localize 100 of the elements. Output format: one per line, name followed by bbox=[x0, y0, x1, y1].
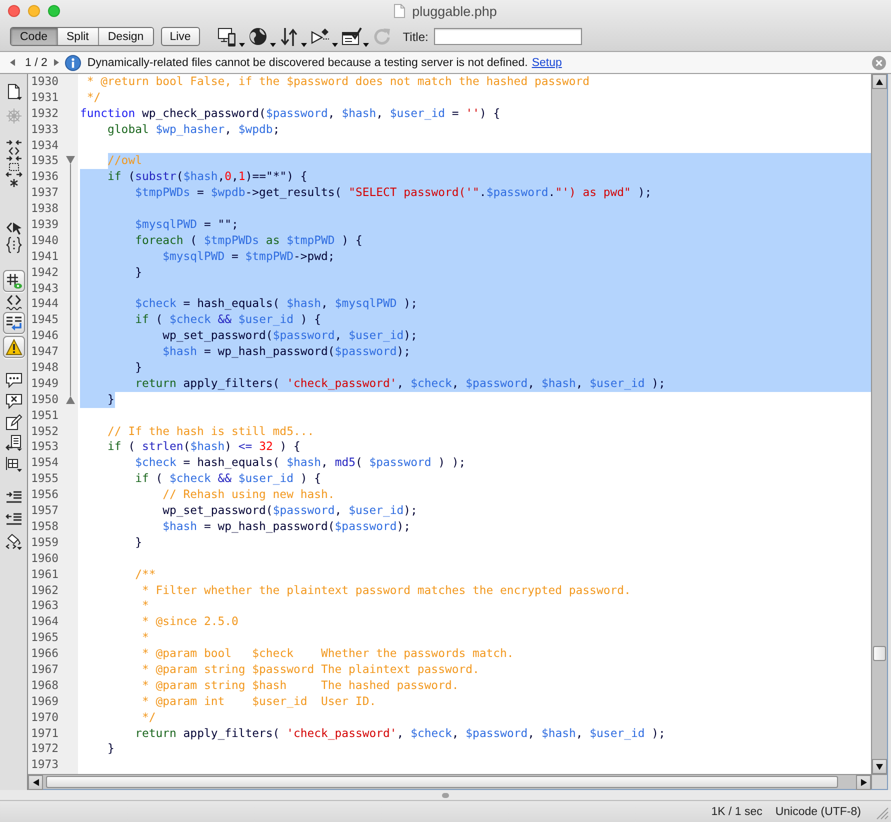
fold-icon[interactable] bbox=[66, 396, 74, 404]
splitter-handle[interactable] bbox=[442, 792, 449, 798]
line-number: 1967 bbox=[31, 662, 59, 678]
code-line: return apply_filters( 'check_password', $check, $password, $hash, $user_id ); bbox=[135, 726, 666, 742]
arrows-tag-button[interactable] bbox=[6, 139, 22, 155]
code-line: $mysqlPWD = ""; bbox=[135, 217, 238, 233]
line-number: 1947 bbox=[31, 344, 59, 360]
line-number: 1954 bbox=[31, 455, 59, 472]
remove-comment-button[interactable] bbox=[6, 393, 22, 409]
line-number: 1951 bbox=[31, 408, 59, 424]
line-number: 1964 bbox=[31, 614, 59, 630]
close-window-button[interactable] bbox=[8, 5, 20, 17]
arrows-dashed-box-button[interactable] bbox=[6, 155, 22, 171]
document-icon bbox=[6, 84, 22, 100]
page-counter: 1 / 2 bbox=[25, 56, 48, 68]
globe-button[interactable] bbox=[248, 26, 276, 46]
status-text: 1K / 1 sec bbox=[711, 806, 762, 818]
scroll-up-button[interactable] bbox=[872, 74, 887, 89]
code-line: * bbox=[142, 630, 149, 646]
code-line: * @param string $hash The hashed password. bbox=[142, 678, 459, 694]
previous-icon[interactable] bbox=[10, 59, 15, 66]
title-label: Title: bbox=[402, 30, 428, 44]
line-number: 1934 bbox=[31, 138, 59, 154]
view-tab[interactable]: Code bbox=[11, 28, 56, 45]
code-line: if (substr($hash,0,1)=="*") { bbox=[108, 169, 308, 186]
view-tab[interactable]: Design bbox=[98, 28, 153, 45]
code-line: */ bbox=[142, 710, 156, 726]
scroll-thumb[interactable] bbox=[46, 776, 838, 788]
pencil-icon bbox=[6, 414, 22, 430]
next-icon[interactable] bbox=[54, 59, 60, 66]
triangle-diamond-button[interactable] bbox=[310, 26, 338, 46]
code-line: } bbox=[135, 534, 142, 551]
devices-icon bbox=[218, 26, 238, 46]
grid-button[interactable] bbox=[6, 456, 22, 472]
scroll-right-button[interactable] bbox=[856, 774, 871, 790]
line-number: 1968 bbox=[31, 678, 59, 694]
setup-link[interactable]: Setup bbox=[532, 56, 562, 68]
code-line: global $wp_hasher, $wpdb; bbox=[108, 122, 280, 138]
live-button[interactable]: Live bbox=[160, 27, 200, 46]
line-number: 1963 bbox=[31, 598, 59, 614]
window-check-icon bbox=[342, 26, 362, 46]
scroll-down-button[interactable] bbox=[872, 759, 887, 774]
line-number: 1942 bbox=[31, 264, 59, 281]
comment-button[interactable] bbox=[6, 372, 22, 388]
line-number: 1965 bbox=[31, 630, 59, 646]
zoom-window-button[interactable] bbox=[48, 5, 60, 17]
document-button[interactable] bbox=[6, 84, 22, 100]
document-arrow-button[interactable] bbox=[6, 435, 22, 451]
title-input[interactable] bbox=[434, 28, 582, 45]
code-line: if ( $check && $user_id ) { bbox=[135, 312, 322, 328]
tag-wavy-line-button[interactable] bbox=[6, 294, 22, 310]
warning-button[interactable] bbox=[2, 336, 24, 358]
code-line: */ bbox=[86, 90, 101, 106]
hash-eye-button[interactable] bbox=[2, 270, 24, 292]
code-line: $mysqlPWD = $tmpPWD->pwd; bbox=[162, 248, 335, 265]
braces-button[interactable] bbox=[6, 237, 22, 253]
view-tab[interactable]: Split bbox=[56, 28, 98, 45]
hash-eye-icon bbox=[6, 273, 22, 289]
devices-button[interactable] bbox=[218, 26, 245, 46]
horizontal-scrollbar[interactable] bbox=[28, 774, 871, 789]
line-number: 1971 bbox=[31, 726, 59, 742]
code-line: } bbox=[135, 360, 142, 376]
close-icon[interactable] bbox=[872, 56, 886, 70]
line-number: 1939 bbox=[31, 217, 59, 233]
fold-icon[interactable] bbox=[66, 156, 74, 164]
line-number: 1946 bbox=[31, 328, 59, 344]
arrows-asterisk-button[interactable] bbox=[6, 171, 22, 187]
code-line: * @since 2.5.0 bbox=[142, 614, 238, 630]
refresh-icon bbox=[372, 26, 393, 46]
info-icon bbox=[65, 54, 82, 70]
globe-icon bbox=[248, 26, 269, 46]
caret-icon bbox=[362, 42, 369, 46]
window-check-button[interactable] bbox=[342, 26, 369, 46]
code-line: } bbox=[135, 264, 142, 281]
code-line: //owl bbox=[108, 153, 142, 170]
scroll-left-button[interactable] bbox=[28, 774, 43, 790]
line-number: 1944 bbox=[31, 296, 59, 312]
code-line: } bbox=[108, 392, 114, 408]
triangle-up-icon bbox=[876, 78, 883, 84]
code-line: return apply_filters( 'check_password', $check, $password, $hash, $user_id ); bbox=[135, 376, 666, 392]
line-number: 1958 bbox=[31, 518, 59, 535]
scroll-thumb[interactable] bbox=[873, 646, 886, 661]
chevron-cursor-button[interactable] bbox=[6, 220, 22, 236]
word-wrap-button[interactable] bbox=[2, 312, 24, 334]
vertical-scrollbar[interactable] bbox=[871, 74, 887, 774]
arrows-dashed-box-icon bbox=[6, 155, 22, 171]
brush-button[interactable] bbox=[6, 534, 22, 550]
code-line: // If the hash is still md5... bbox=[108, 424, 314, 440]
code-line: } bbox=[108, 741, 114, 758]
code-line: $tmpPWDs = $wpdb->get_results( "SELECT password('".$password."') as pwd" ); bbox=[135, 185, 652, 202]
line-number: 1970 bbox=[31, 710, 59, 726]
up-down-arrows-icon bbox=[280, 26, 300, 46]
line-number: 1941 bbox=[31, 248, 59, 265]
resize-grip-icon[interactable] bbox=[874, 804, 888, 818]
line-number: 1937 bbox=[31, 185, 59, 202]
pencil-button[interactable] bbox=[6, 414, 22, 430]
up-down-arrows-button[interactable] bbox=[280, 26, 307, 46]
code-line: function wp_check_password($password, $hash, $user_id = '') { bbox=[80, 106, 500, 122]
code-line: foreach ( $tmpPWDs as $tmpPWD ) { bbox=[135, 232, 362, 249]
wheel-icon bbox=[6, 108, 22, 124]
